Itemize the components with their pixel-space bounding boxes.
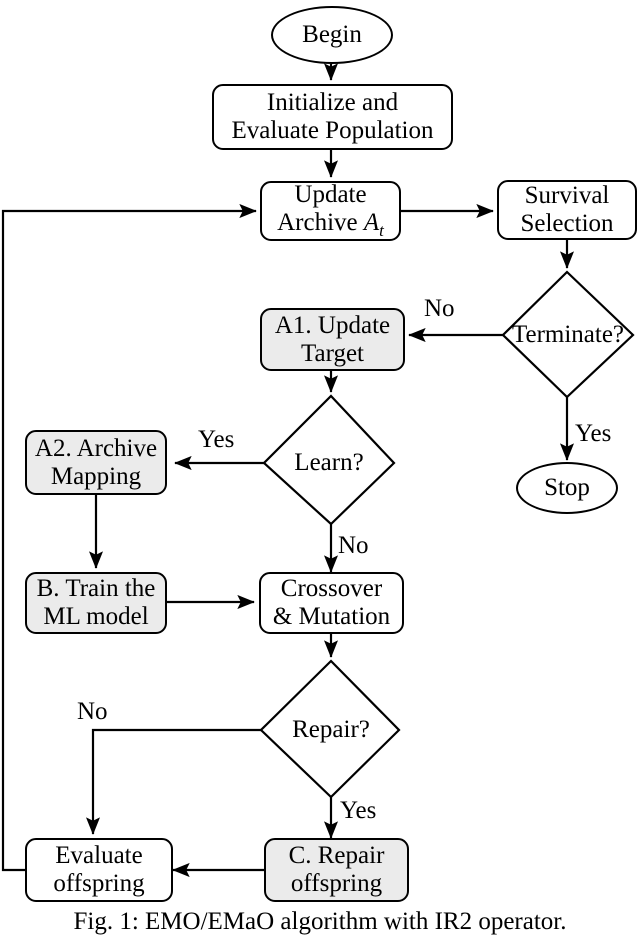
node-update-archive[interactable]: Update Archive At [260,181,401,241]
edge-label-learn-no: No [338,532,369,559]
edge-label-learn-yes: Yes [198,426,235,453]
node-survival-selection[interactable]: Survival Selection [497,180,637,240]
node-a2-archive-mapping[interactable]: A2. Archive Mapping [25,430,167,495]
edge-evaluate-loop-to-update-archive [1,203,257,872]
node-learn-decision[interactable]: Learn? [264,446,394,480]
figure-caption: Fig. 1: EMO/EMaO algorithm with IR2 oper… [73,908,567,935]
edge-label-repair-no: No [77,698,108,725]
node-repair-decision[interactable]: Repair? [266,713,396,747]
node-initialize-evaluate-population[interactable]: Initialize and Evaluate Population [212,84,453,150]
node-begin[interactable]: Begin [271,6,393,64]
flowchart-figure: Begin Initialize and Evaluate Population… [0,0,640,942]
node-evaluate-offspring[interactable]: Evaluate offspring [25,838,173,902]
node-c-repair-offspring[interactable]: C. Repair offspring [264,838,409,902]
edge-label-terminate-yes: Yes [575,420,612,447]
edge-label-repair-yes: Yes [340,797,377,824]
edge-repair-no-to-evaluate [85,728,261,835]
update-archive-label: Update Archive At [277,181,384,241]
node-terminate-decision[interactable]: Terminate? [493,318,640,352]
node-a1-update-target[interactable]: A1. Update Target [260,308,405,371]
node-crossover-mutation[interactable]: Crossover & Mutation [259,572,404,634]
node-b-train-ml-model[interactable]: B. Train the ML model [25,572,167,634]
edge-label-terminate-no: No [424,295,455,322]
node-stop[interactable]: Stop [516,462,618,514]
